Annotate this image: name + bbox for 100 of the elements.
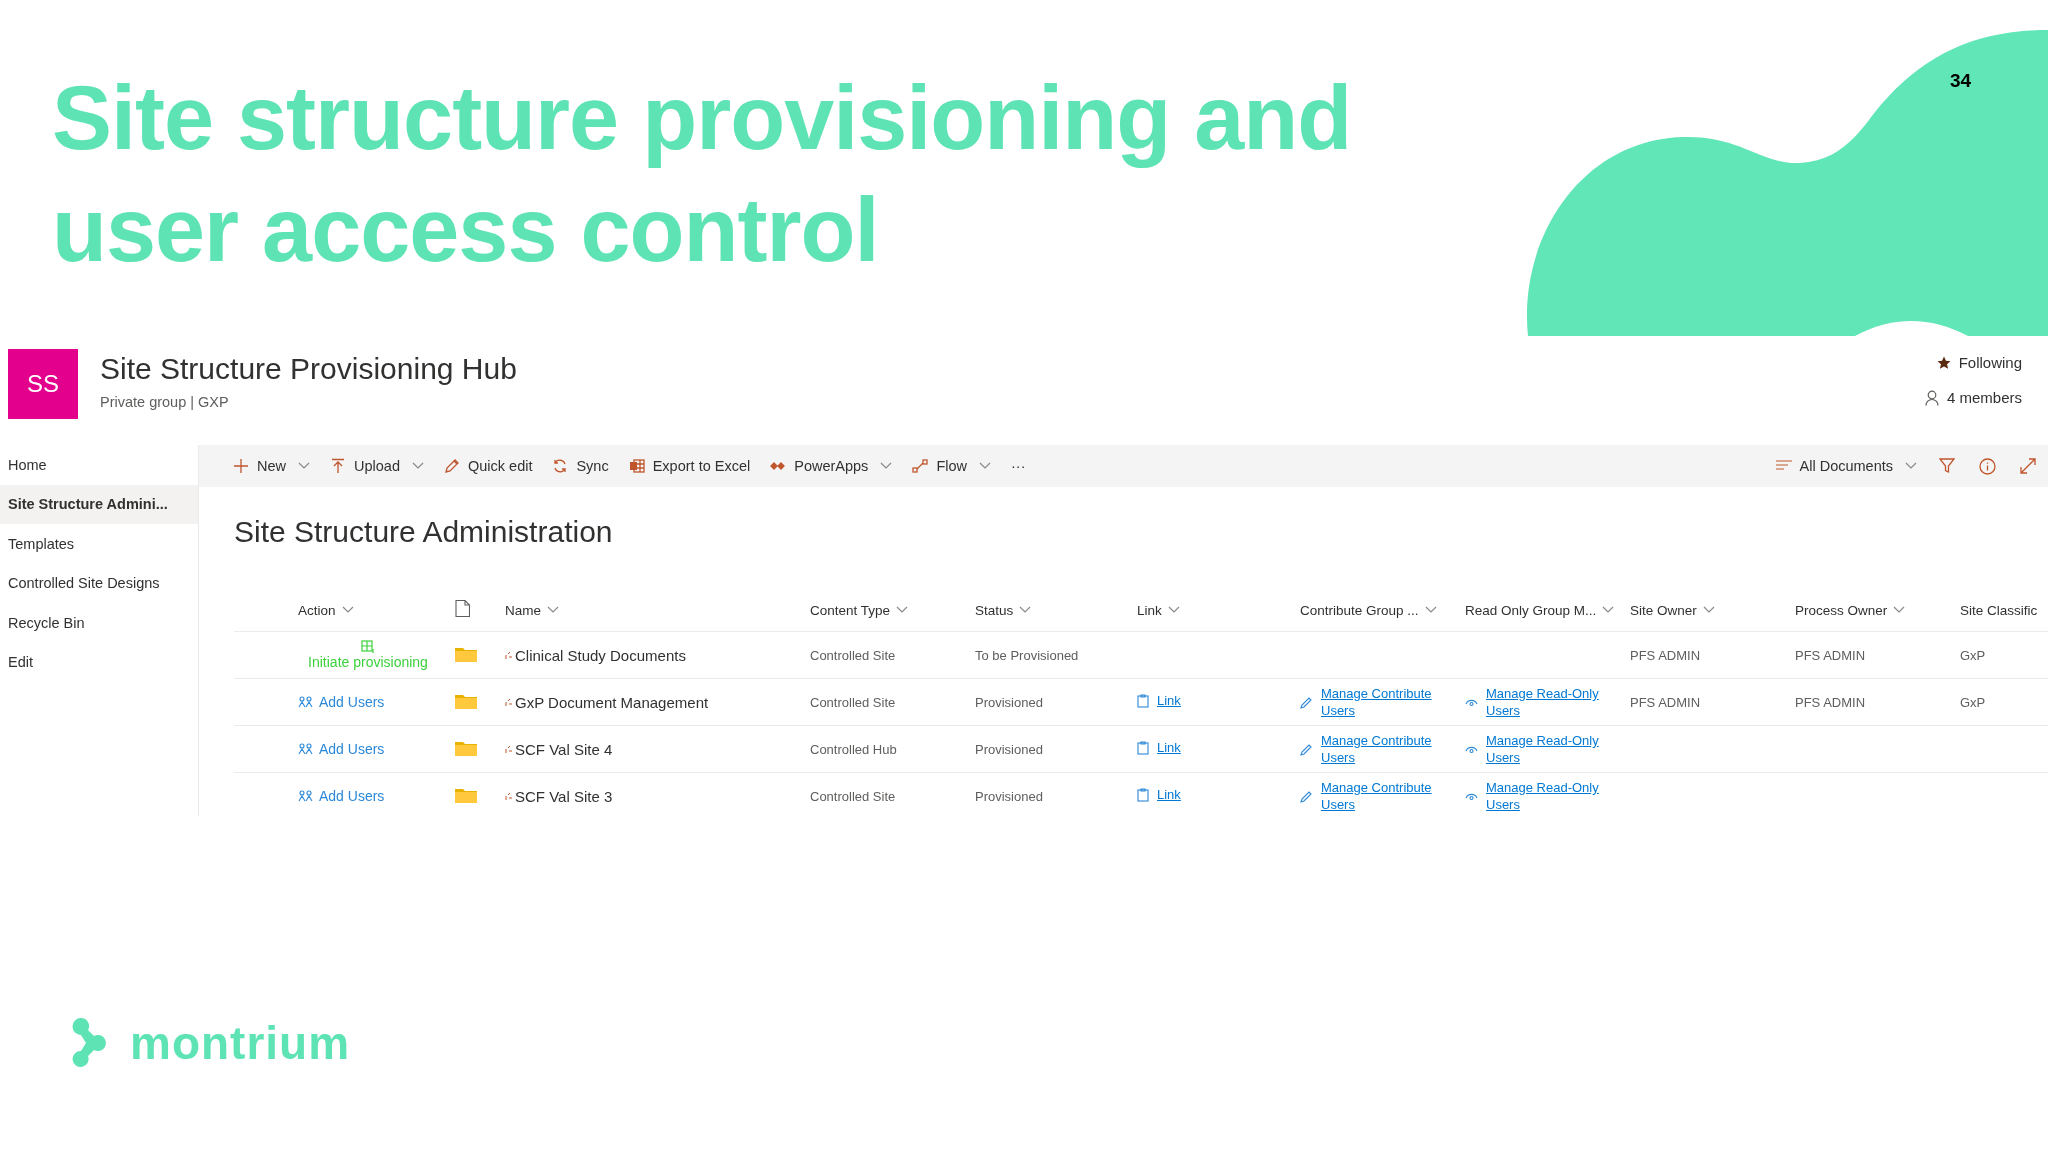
- folder-icon: [455, 739, 477, 756]
- table-cell-text: PFS ADMIN: [1794, 694, 1867, 710]
- table-cell-text: Provisioned: [974, 741, 1044, 757]
- table-cell-text: To be Provisioned: [974, 647, 1080, 663]
- new-item-icon: [505, 744, 513, 754]
- pencil-icon: [1300, 789, 1313, 803]
- column-header[interactable]: Link: [1129, 602, 1292, 618]
- pencil-icon: [1300, 742, 1313, 756]
- brand-logo: montrium: [130, 1016, 351, 1070]
- view-selector[interactable]: All Documents: [1765, 445, 1927, 487]
- item-name[interactable]: SCF Val Site 3: [515, 787, 613, 805]
- column-header[interactable]: Action: [234, 602, 447, 618]
- person-icon: [1924, 389, 1939, 406]
- column-header[interactable]: Site Classific: [1952, 602, 2042, 618]
- people-icon: [298, 695, 313, 708]
- column-header[interactable]: Read Only Group M...: [1457, 602, 1622, 618]
- filter-icon[interactable]: [1939, 458, 1955, 474]
- flow-icon: [912, 458, 929, 474]
- manage-read-only-link[interactable]: Manage Read-Only Users: [1486, 685, 1608, 719]
- new-item-icon: [505, 650, 513, 660]
- toolbar-button[interactable]: Sync: [542, 445, 619, 487]
- sidebar-item[interactable]: Recycle Bin: [0, 603, 198, 643]
- caret-icon: [896, 606, 909, 614]
- sidebar-item[interactable]: Home: [0, 445, 198, 485]
- clipboard-icon: [1137, 740, 1149, 755]
- pencil-icon: [1300, 695, 1313, 709]
- star-icon: [1936, 355, 1951, 370]
- column-header[interactable]: Content Type: [802, 602, 967, 618]
- item-name[interactable]: SCF Val Site 4: [515, 740, 613, 758]
- sync-icon: [552, 458, 569, 474]
- caret-icon: [298, 462, 310, 470]
- caret-icon: [1602, 606, 1615, 614]
- column-header[interactable]: Contribute Group ...: [1292, 602, 1457, 618]
- link[interactable]: Link: [1157, 787, 1181, 803]
- table-cell-text: Provisioned: [974, 694, 1044, 710]
- new-item-icon: [505, 791, 513, 801]
- sidebar-item[interactable]: Site Structure Admini...: [0, 484, 198, 524]
- caret-icon: [411, 462, 424, 470]
- caret-icon: [341, 606, 354, 614]
- table-cell-text: GxP: [1959, 647, 1987, 663]
- caret-icon: [1893, 606, 1906, 614]
- sidebar-item[interactable]: Controlled Site Designs: [0, 563, 198, 603]
- table-cell-text: Controlled Site: [809, 694, 897, 710]
- toolbar-button[interactable]: ···: [1001, 445, 1036, 487]
- add-users-link[interactable]: Add Users: [298, 693, 385, 710]
- toolbar-button[interactable]: Flow: [902, 445, 1001, 487]
- clipboard-icon: [1137, 787, 1149, 802]
- slide-title: Site structure provisioning and user access control: [52, 67, 1353, 282]
- link[interactable]: Link: [1157, 740, 1181, 756]
- people-icon: [298, 789, 313, 802]
- manage-contribute-link[interactable]: Manage Contribute Users: [1321, 779, 1443, 813]
- spreadsheet-icon: [628, 458, 645, 474]
- toolbar-button[interactable]: Export to Excel: [618, 445, 761, 487]
- table-cell-text: Controlled Site: [809, 788, 897, 804]
- column-header[interactable]: Site Owner: [1622, 602, 1787, 618]
- sidebar-item[interactable]: Templates: [0, 524, 198, 564]
- upload-icon: [330, 458, 346, 474]
- table-cell-text: Provisioned: [974, 788, 1044, 804]
- manage-read-only-link[interactable]: Manage Read-Only Users: [1486, 732, 1608, 766]
- folder-icon: [455, 645, 477, 662]
- table-cell-text: Controlled Site: [809, 647, 897, 663]
- plus-icon: [233, 458, 249, 474]
- caret-icon: [880, 462, 893, 470]
- column-header[interactable]: Process Owner: [1787, 602, 1952, 618]
- site-title: Site Structure Provisioning Hub: [100, 352, 518, 386]
- item-name[interactable]: GxP Document Management: [515, 693, 709, 711]
- following-button[interactable]: Following: [1936, 354, 2022, 371]
- add-users-link[interactable]: Add Users: [298, 787, 385, 804]
- caret-icon: [1424, 606, 1437, 614]
- column-header[interactable]: Status: [967, 602, 1129, 618]
- manage-contribute-link[interactable]: Manage Contribute Users: [1321, 685, 1443, 719]
- link[interactable]: Link: [1157, 693, 1181, 709]
- folder-icon: [455, 786, 477, 803]
- folder-icon: [455, 692, 477, 709]
- manage-read-only-link[interactable]: Manage Read-Only Users: [1486, 779, 1608, 813]
- toolbar-button[interactable]: PowerApps: [760, 445, 903, 487]
- pencil-icon: [443, 458, 460, 474]
- item-name[interactable]: Clinical Study Documents: [515, 646, 686, 664]
- toolbar-button[interactable]: Quick edit: [433, 445, 543, 487]
- add-users-link[interactable]: Add Users: [298, 740, 385, 757]
- manage-contribute-link[interactable]: Manage Contribute Users: [1321, 732, 1443, 766]
- clipboard-icon: [1137, 693, 1149, 708]
- column-header[interactable]: Name: [497, 602, 802, 618]
- toolbar-button[interactable]: Upload: [320, 445, 434, 487]
- lines-icon: [1775, 460, 1792, 472]
- grid-icon: [361, 639, 375, 653]
- logo-mark-icon: [72, 1017, 108, 1069]
- site-logo: SS: [8, 349, 78, 419]
- table-cell-text: PFS ADMIN: [1629, 647, 1702, 663]
- members-button[interactable]: 4 members: [1924, 389, 2022, 406]
- toolbar-button[interactable]: New: [223, 445, 320, 487]
- caret-icon: [1019, 606, 1032, 614]
- info-icon[interactable]: [1979, 457, 1996, 475]
- page-number: 34: [1950, 70, 1972, 92]
- caret-icon: [547, 606, 559, 614]
- caret-icon: [979, 462, 991, 470]
- people-icon: [298, 742, 313, 755]
- eye-icon: [1465, 744, 1478, 754]
- sidebar-item[interactable]: Edit: [0, 642, 198, 682]
- expand-icon[interactable]: [2020, 458, 2036, 474]
